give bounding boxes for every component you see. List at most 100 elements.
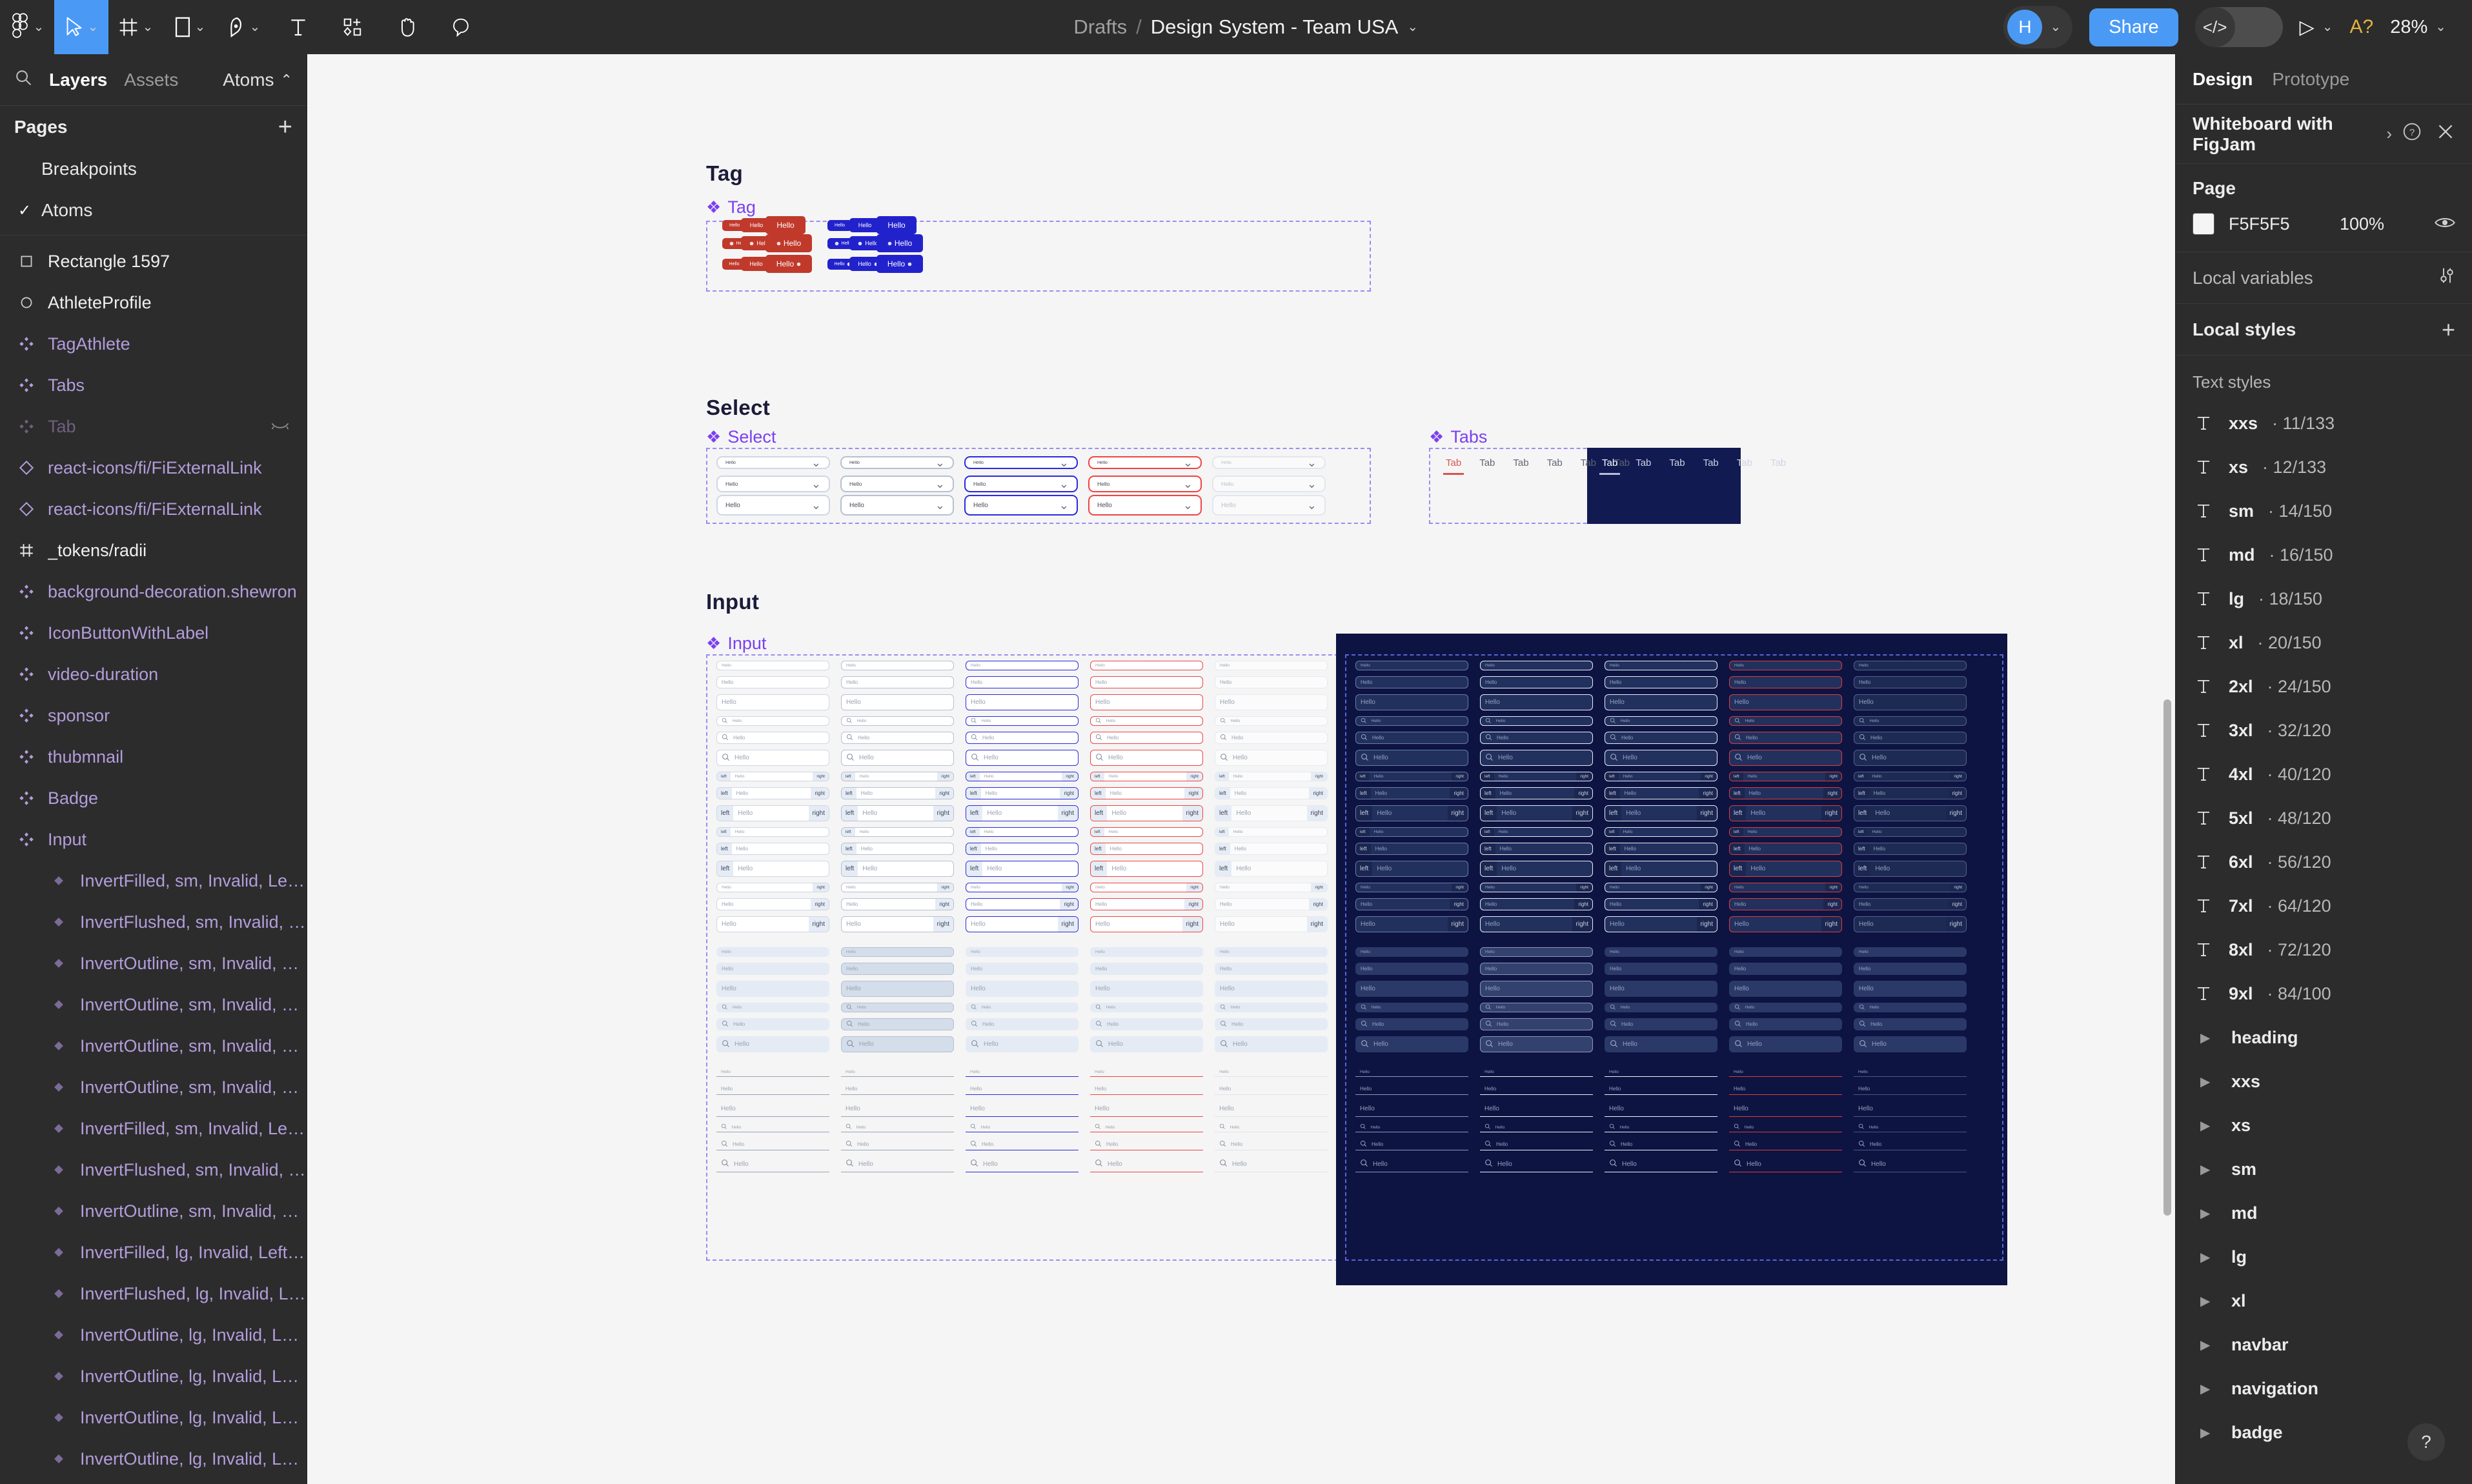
input-field[interactable]: Hello [1355,1067,1468,1077]
select-field[interactable]: Hello ⌄ [964,476,1078,492]
input-field[interactable]: Hello [716,1123,829,1132]
input-field[interactable]: Hello [1480,963,1593,975]
input-field[interactable]: Hello [966,716,1079,726]
input-field[interactable]: Hello [716,1138,829,1150]
tab-item[interactable]: Tab [1504,457,1537,468]
search-icon[interactable] [14,68,32,92]
input-field[interactable]: left Hello right [1854,805,1967,821]
tab-assets[interactable]: Assets [124,70,178,90]
input-field[interactable]: Hello [1605,947,1717,957]
input-field[interactable]: Hello [1355,1123,1468,1132]
input-field[interactable]: left Hello right [1215,787,1328,799]
layer-row[interactable]: react-icons/fi/FiExternalLink [0,488,307,530]
input-field[interactable]: Hello [1605,750,1717,766]
figma-logo-icon[interactable]: ⌄ [0,0,54,54]
text-style-item[interactable]: md · 16/150 [2176,533,2472,577]
input-field[interactable]: Hello [1215,1138,1328,1150]
input-field[interactable]: Hello right [1480,916,1593,932]
input-field[interactable]: left Hello right [1480,787,1593,799]
input-field[interactable]: left Hello [841,843,954,855]
chevron-down-icon[interactable]: ⌄ [2435,21,2446,34]
chevron-right-icon[interactable]: ▶ [2200,1425,2214,1441]
input-field[interactable]: Hello [1605,1083,1717,1095]
variables-icon[interactable] [2438,266,2455,290]
input-field[interactable]: Hello [1215,732,1328,744]
input-field[interactable]: Hello right [1090,916,1203,932]
layer-row[interactable]: Tab [0,406,307,447]
share-button[interactable]: Share [2089,8,2178,46]
input-field[interactable]: Hello [1729,1003,1842,1012]
input-field[interactable]: left Hello right [1729,772,1842,781]
input-field[interactable]: Hello [841,981,954,997]
input-field[interactable]: left Hello [1355,827,1468,837]
input-field[interactable]: Hello [1090,1123,1203,1132]
input-field[interactable]: Hello [1355,963,1468,975]
input-field[interactable]: Hello [1215,694,1328,710]
input-field[interactable]: left Hello right [1215,772,1328,781]
page-item-atoms[interactable]: ✓ Atoms [0,190,307,231]
style-group-item[interactable]: ▶ navbar [2176,1323,2472,1367]
input-field[interactable]: Hello [1480,676,1593,688]
input-field[interactable]: Hello [966,1123,1079,1132]
input-field[interactable]: Hello [1215,963,1328,975]
layer-row[interactable]: InvertOutline, sm, Invalid, Lef... [0,1190,307,1232]
input-field[interactable]: Hello [1090,1036,1203,1052]
input-field[interactable]: Hello right [966,883,1079,892]
input-field[interactable]: Hello [966,661,1079,670]
input-field[interactable]: Hello [1480,661,1593,670]
design-canvas[interactable]: Tag ❖ Tag Hello Hello Hello Hello Hello Hello… [307,54,2175,1484]
tag-chip[interactable]: Hello [849,218,880,232]
input-field[interactable]: Hello [716,694,829,710]
input-field[interactable]: Hello right [1605,883,1717,892]
style-group-item[interactable]: ▶ xs [2176,1103,2472,1147]
input-field[interactable]: left Hello right [841,772,954,781]
page-background-row[interactable]: F5F5F5 100% [2193,213,2455,235]
input-field[interactable]: Hello [1355,750,1468,766]
tag-chip[interactable]: Hello [876,234,923,252]
zoom-control[interactable]: 28% ⌄ [2390,17,2446,38]
input-field[interactable]: left Hello [966,861,1079,877]
input-field[interactable]: Hello [966,1036,1079,1052]
input-field[interactable]: Hello [1215,1101,1328,1117]
input-field[interactable]: Hello [841,963,954,975]
input-field[interactable]: Hello [1854,1018,1967,1030]
input-field[interactable]: Hello [1854,676,1967,688]
input-field[interactable]: left Hello right [1090,805,1203,821]
input-field[interactable]: left Hello [1090,843,1203,855]
input-field[interactable]: Hello [1480,947,1593,957]
layer-row[interactable]: Tabs [0,365,307,406]
input-field[interactable]: Hello [1729,750,1842,766]
input-field[interactable]: Hello [1854,1036,1967,1052]
input-field[interactable]: Hello [841,1083,954,1095]
input-field[interactable]: left Hello [1215,861,1328,877]
input-field[interactable]: left Hello [1355,861,1468,877]
input-field[interactable]: Hello [1480,981,1593,997]
input-field[interactable]: Hello [1605,1123,1717,1132]
page-item-breakpoints[interactable]: Breakpoints [0,148,307,190]
input-field[interactable]: left Hello [966,843,1079,855]
text-style-item[interactable]: xxs · 11/133 [2176,401,2472,445]
input-field[interactable]: Hello [1854,963,1967,975]
tab-item[interactable]: Tab [1538,457,1572,468]
input-field[interactable]: Hello [966,732,1079,744]
input-field[interactable]: Hello [1605,732,1717,744]
input-field[interactable]: Hello [716,732,829,744]
input-field[interactable]: Hello [1854,1156,1967,1172]
input-field[interactable]: left Hello [1215,843,1328,855]
frame-label-tag[interactable]: ❖ Tag [706,197,756,217]
page-bg-hex[interactable]: F5F5F5 [2229,214,2325,234]
tag-chip[interactable]: Hello [876,255,923,273]
input-field[interactable]: Hello [1854,1003,1967,1012]
input-field[interactable]: left Hello [1480,843,1593,855]
input-field[interactable]: Hello [1605,1156,1717,1172]
input-field[interactable]: Hello [1854,1101,1967,1117]
input-field[interactable]: Hello [1854,750,1967,766]
tab-item[interactable]: Tab [1593,457,1626,475]
input-field[interactable]: left Hello [1854,843,1967,855]
text-style-item[interactable]: 5xl · 48/120 [2176,796,2472,840]
layer-row[interactable]: InvertOutline, sm, Invalid, Lef... [0,1067,307,1108]
input-field[interactable]: Hello [841,716,954,726]
input-field[interactable]: Hello [1090,1067,1203,1077]
layer-row[interactable]: InvertFlushed, sm, Invalid, Le... [0,1149,307,1190]
layer-row[interactable]: _tokens/radii [0,530,307,571]
